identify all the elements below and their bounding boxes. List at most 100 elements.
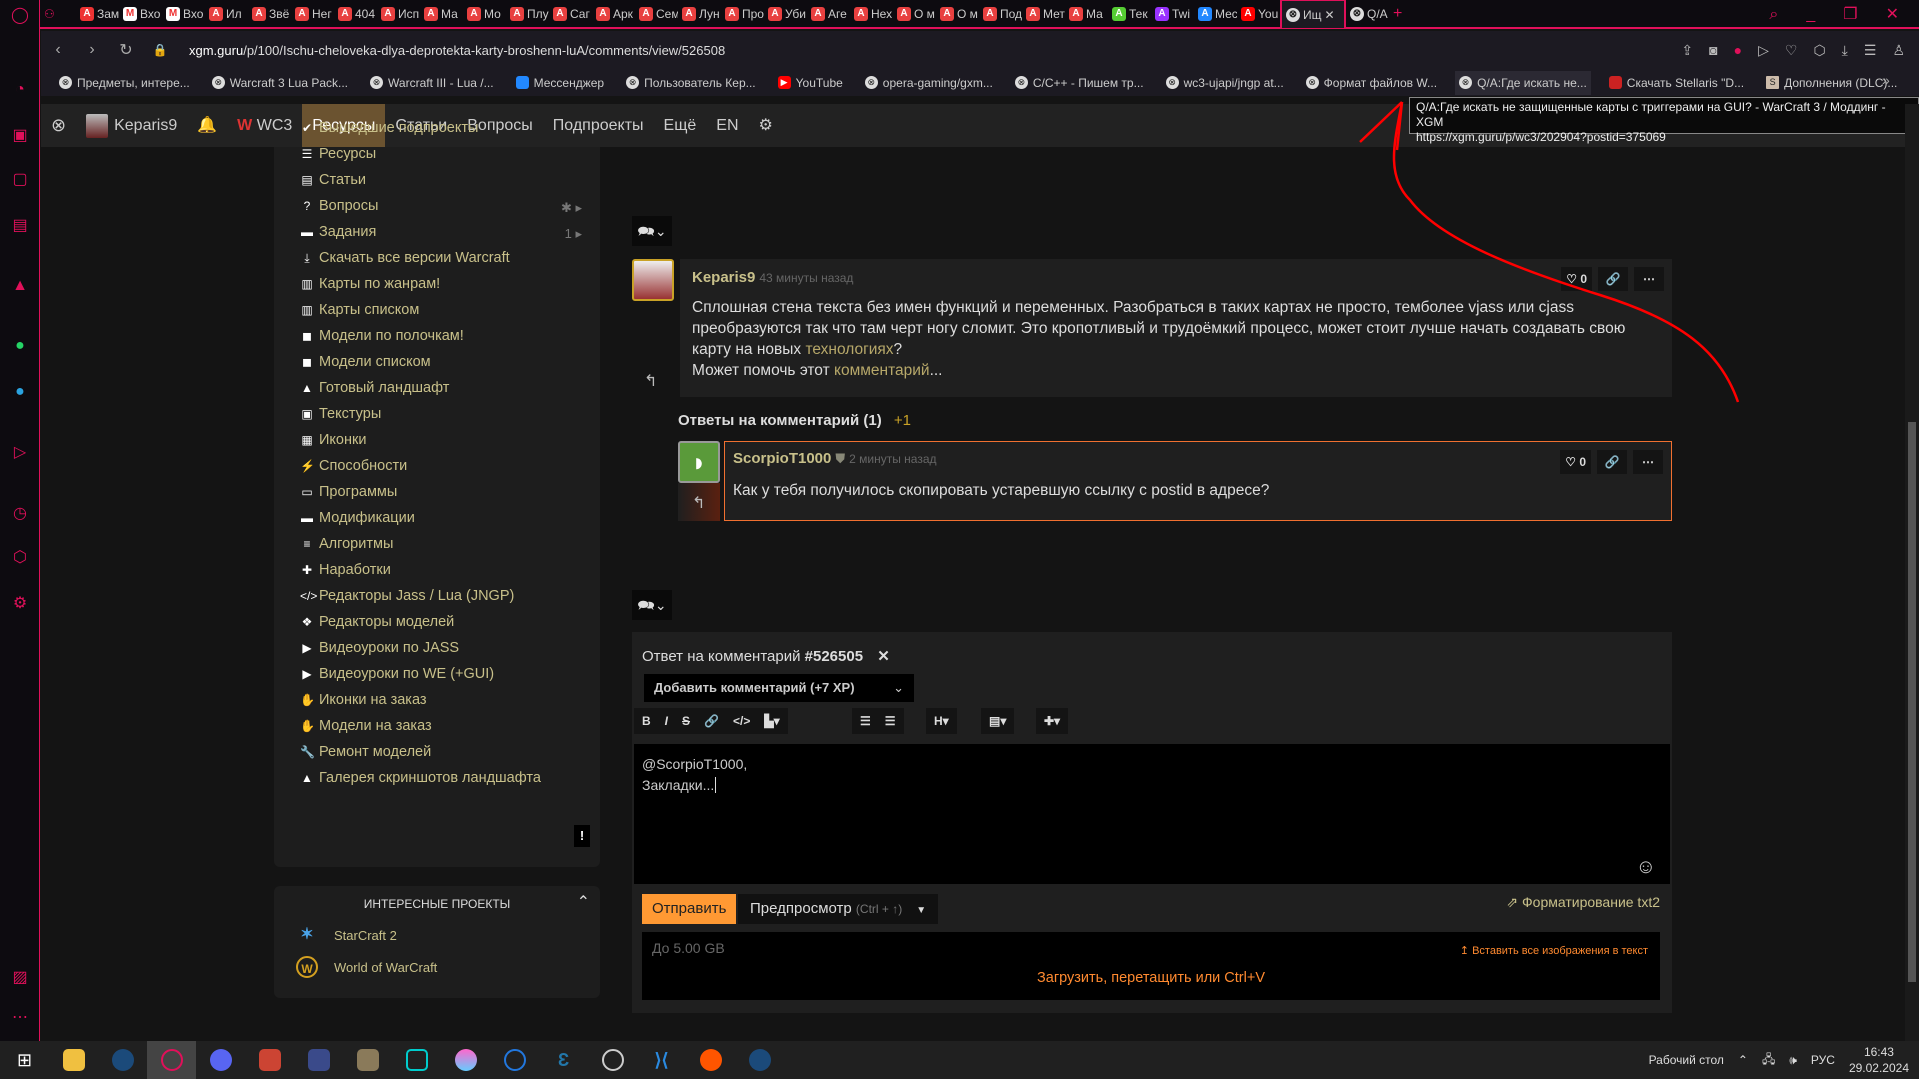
explorer-icon[interactable] bbox=[49, 1041, 98, 1079]
app-l-icon[interactable] bbox=[294, 1041, 343, 1079]
cancel-reply-icon[interactable]: ✕ bbox=[877, 648, 890, 665]
browser-tab[interactable]: A Сем bbox=[635, 0, 678, 28]
link-icon[interactable]: 🔗 bbox=[1597, 450, 1627, 474]
bookmark-item[interactable]: ⊗ wc3-ujapi/jngp at... bbox=[1162, 71, 1288, 95]
italic-icon[interactable]: I bbox=[665, 714, 668, 728]
bookmark-item[interactable]: ⊗ Warcraft 3 Lua Pack... bbox=[208, 71, 352, 95]
opera-gx-icon[interactable] bbox=[147, 1041, 196, 1079]
opera-logo-icon[interactable]: ◯ bbox=[10, 6, 30, 26]
aria-icon[interactable]: ▲ bbox=[10, 276, 30, 296]
browser-tab[interactable]: AО м bbox=[893, 0, 936, 28]
sidebar-item[interactable]: ▶ Видеоуроки по JASS bbox=[300, 640, 459, 656]
sidebar-item[interactable]: ▦ Иконки bbox=[300, 432, 366, 448]
sidebar-item[interactable]: </> Редакторы Jass / Lua (JNGP) bbox=[300, 588, 514, 604]
reload-icon[interactable]: ↻ bbox=[109, 40, 143, 60]
heart-icon[interactable]: ♡ bbox=[1785, 42, 1798, 59]
sidebar-item[interactable]: ✋ Модели на заказ bbox=[300, 718, 432, 734]
forward-icon[interactable]: › bbox=[75, 41, 109, 59]
steam-icon[interactable] bbox=[98, 1041, 147, 1079]
new-tab-button[interactable]: + bbox=[1389, 0, 1432, 28]
language-indicator[interactable]: РУС bbox=[1811, 1053, 1835, 1067]
send-icon[interactable]: ▷ bbox=[1758, 42, 1769, 59]
settings-gear-icon[interactable]: ⚙ bbox=[749, 104, 783, 147]
browser-tab[interactable]: A Twi bbox=[1151, 0, 1194, 28]
bookmark-item[interactable]: ⊗ opera-gaming/gxm... bbox=[861, 71, 997, 95]
browser-tab[interactable]: A Ил bbox=[205, 0, 248, 28]
reply-icon[interactable]: ↰ bbox=[692, 493, 705, 513]
world-editor-icon[interactable] bbox=[343, 1041, 392, 1079]
browser-tab[interactable]: A Ма bbox=[420, 0, 463, 28]
browser-icon[interactable] bbox=[490, 1041, 539, 1079]
cheat-engine-icon[interactable]: Ɛ bbox=[539, 1041, 588, 1079]
browser-tab[interactable]: A Плу bbox=[506, 0, 549, 28]
sidebar-item[interactable]: ◼ Модели списком bbox=[300, 354, 431, 370]
browser-tab[interactable]: A Про bbox=[721, 0, 764, 28]
sidebar-item[interactable]: ▤ Статьи bbox=[300, 172, 366, 188]
settings-icon[interactable]: ⚙ bbox=[10, 594, 30, 614]
sidebar-item[interactable]: ▬ Модификации bbox=[300, 510, 415, 526]
bookmarks-overflow-icon[interactable]: » bbox=[1882, 72, 1890, 88]
emoji-icon[interactable]: ☺ bbox=[1636, 857, 1656, 878]
office-icon[interactable] bbox=[245, 1041, 294, 1079]
link-comment[interactable]: комментарий bbox=[834, 362, 930, 379]
app-terminal-icon[interactable] bbox=[392, 1041, 441, 1079]
bookmark-item[interactable]: Скачать Stellaris "D... bbox=[1605, 71, 1748, 95]
sidebar-item[interactable]: ≡ Алгоритмы bbox=[300, 536, 393, 552]
formatting-help-link[interactable]: ⇗ Форматирование txt2 bbox=[1506, 894, 1660, 911]
browser-tab[interactable]: A Саг bbox=[549, 0, 592, 28]
plugin-dropdown-icon[interactable]: ✚▾ bbox=[1036, 708, 1069, 734]
bell-icon[interactable]: 🔔 bbox=[187, 104, 227, 147]
collapse-chevron-icon[interactable]: ⌃ bbox=[577, 892, 590, 912]
more-icon[interactable]: ⋯ bbox=[10, 1008, 30, 1028]
insert-all-images-link[interactable]: ↥ Вставить все изображения в текст bbox=[1460, 944, 1648, 957]
minimize-icon[interactable]: _ bbox=[1806, 0, 1815, 29]
vscode-icon[interactable]: ⟩⟨ bbox=[637, 1041, 686, 1079]
easy-setup-icon[interactable]: ☰ bbox=[1864, 42, 1877, 59]
bookmark-item[interactable]: ⊗ Q/A:Где искать не... bbox=[1455, 70, 1591, 95]
speed-dial-icon[interactable]: ◔ bbox=[10, 80, 30, 100]
sidebar-item-count[interactable]: ✱ ▸ bbox=[561, 200, 582, 216]
sidebar-item[interactable]: ▥ Карты списком bbox=[300, 302, 419, 318]
network-icon[interactable]: 🖧 bbox=[1762, 1050, 1775, 1071]
browser-tab[interactable]: A Исп bbox=[377, 0, 420, 28]
browser-tab[interactable]: M Вхо bbox=[162, 0, 205, 28]
sidebar-item[interactable]: ▬ Задания bbox=[300, 224, 376, 240]
browser-tab[interactable]: A Мет bbox=[1022, 0, 1065, 28]
like-button[interactable]: ♡ 0 bbox=[1561, 267, 1592, 291]
sidebar-item[interactable]: ✚ Наработки bbox=[300, 562, 391, 578]
whatsapp-icon[interactable]: ● bbox=[10, 336, 30, 356]
gallery-icon[interactable]: ▨ bbox=[10, 968, 30, 988]
steam-icon[interactable] bbox=[735, 1041, 784, 1079]
heading-dropdown-icon[interactable]: H▾ bbox=[926, 708, 957, 734]
browser-tab[interactable]: ⊗ Q/A bbox=[1346, 0, 1389, 28]
code-icon[interactable]: </> bbox=[733, 714, 750, 728]
align-right-icon[interactable]: ☰ bbox=[885, 714, 896, 728]
bold-icon[interactable]: B bbox=[642, 714, 651, 728]
browser-tab[interactable]: A Тек bbox=[1108, 0, 1151, 28]
browser-tab[interactable]: A Арк bbox=[592, 0, 635, 28]
player-icon[interactable]: ▤ bbox=[10, 216, 30, 236]
send-button[interactable]: Отправить bbox=[642, 894, 737, 924]
bookmark-item[interactable]: ⊗ Пользователь Кер... bbox=[622, 71, 760, 95]
player-play-icon[interactable]: ▷ bbox=[10, 443, 30, 463]
sidebar-item[interactable]: ❖ Редакторы моделей bbox=[300, 614, 455, 630]
browser-tab[interactable]: A Мо bbox=[463, 0, 506, 28]
sidebar-item[interactable]: ▣ Текстуры bbox=[300, 406, 381, 422]
sidebar-item[interactable]: ✋ Иконки на заказ bbox=[300, 692, 427, 708]
link-icon[interactable]: 🔗 bbox=[704, 714, 719, 728]
xgm-logo-icon[interactable]: ⊗ bbox=[41, 104, 76, 147]
upload-dropzone[interactable]: До 5.00 GB ↥ Вставить все изображения в … bbox=[642, 932, 1660, 1000]
browser-tab[interactable]: A Ма bbox=[1065, 0, 1108, 28]
sidebar-item-count[interactable]: 1 ▸ bbox=[565, 226, 582, 242]
comment-textarea[interactable]: @ScorpioT1000, Закладки... ☺ bbox=[634, 744, 1670, 884]
scrollbar-thumb[interactable] bbox=[1908, 422, 1916, 982]
show-hidden-icons[interactable]: ⌃ bbox=[1738, 1053, 1748, 1067]
bookmark-item[interactable]: S Дополнения (DLC)... bbox=[1762, 71, 1901, 95]
bookmark-item[interactable]: ⊗ C/C++ - Пишем тр... bbox=[1011, 71, 1148, 95]
cube-icon[interactable]: ⬡ bbox=[10, 548, 30, 568]
reply-author[interactable]: ScorpioT1000 bbox=[733, 450, 831, 467]
comment-type-select[interactable]: Добавить комментарий (+7 XP) ⌄ bbox=[644, 674, 914, 702]
reply-icon[interactable]: ↰ bbox=[644, 371, 657, 391]
twitch-icon[interactable]: ▢ bbox=[10, 170, 30, 190]
sidebar-item[interactable]: ▭ Программы bbox=[300, 484, 397, 500]
